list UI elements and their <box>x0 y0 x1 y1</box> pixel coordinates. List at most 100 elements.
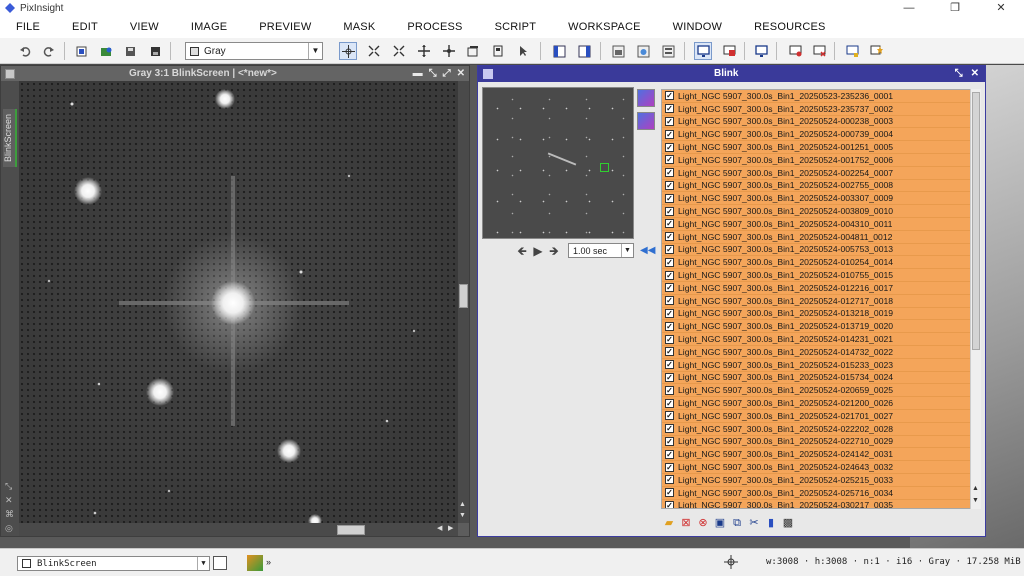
stretch-icon[interactable]: ✕ <box>5 495 15 505</box>
screen-icon[interactable] <box>694 42 712 60</box>
file-list-item[interactable]: ✓ Light_NGC 5907_300.0s_Bin1_20250524-030… <box>662 499 970 508</box>
file-list-item[interactable]: ✓ Light_NGC 5907_300.0s_Bin1_20250524-003… <box>662 192 970 206</box>
file-checkbox[interactable]: ✓ <box>665 219 674 229</box>
maximize-window-button[interactable]: ⤢ <box>443 66 451 81</box>
file-list-item[interactable]: ✓ Light_NGC 5907_300.0s_Bin1_20250524-022… <box>662 435 970 449</box>
scroll-up-icon[interactable]: ▲ <box>459 501 466 508</box>
file-list-scroll-thumb[interactable] <box>972 92 980 350</box>
histogram-icon[interactable] <box>637 89 655 107</box>
file-checkbox[interactable]: ✓ <box>665 270 674 280</box>
file-list-item[interactable]: ✓ Light_NGC 5907_300.0s_Bin1_20250524-025… <box>662 473 970 487</box>
monitor-star-icon[interactable] <box>867 42 885 60</box>
horizontal-scrollbar[interactable]: ◀ ▶ <box>19 523 458 536</box>
menu-edit[interactable]: EDIT <box>56 16 114 38</box>
video-icon[interactable]: ▩ <box>781 516 795 530</box>
minimize-button[interactable]: — <box>886 0 932 16</box>
file-checkbox[interactable]: ✓ <box>665 385 674 395</box>
play-icon[interactable]: ▶ <box>532 244 544 258</box>
file-checkbox[interactable]: ✓ <box>665 500 674 508</box>
file-checkbox[interactable]: ✓ <box>665 232 674 242</box>
file-list-item[interactable]: ✓ Light_NGC 5907_300.0s_Bin1_20250524-024… <box>662 448 970 462</box>
cursor-icon[interactable] <box>514 42 532 60</box>
file-checkbox[interactable]: ✓ <box>665 475 674 485</box>
file-checkbox[interactable]: ✓ <box>665 257 674 267</box>
file-checkbox[interactable]: ✓ <box>665 129 674 139</box>
file-list-item[interactable]: ✓ Light_NGC 5907_300.0s_Bin1_20250524-004… <box>662 230 970 244</box>
file-checkbox[interactable]: ✓ <box>665 244 674 254</box>
file-checkbox[interactable]: ✓ <box>665 436 674 446</box>
file-checkbox[interactable]: ✓ <box>665 283 674 293</box>
file-list-item[interactable]: ✓ Light_NGC 5907_300.0s_Bin1_20250524-013… <box>662 307 970 321</box>
edit-preview-icon[interactable] <box>489 42 507 60</box>
file-checkbox[interactable]: ✓ <box>665 411 674 421</box>
menu-image[interactable]: IMAGE <box>175 16 243 38</box>
file-checkbox[interactable]: ✓ <box>665 142 674 152</box>
preview-region-marker[interactable] <box>600 163 609 172</box>
file-list-item[interactable]: ✓ Light_NGC 5907_300.0s_Bin1_20250524-024… <box>662 461 970 474</box>
file-checkbox[interactable]: ✓ <box>665 308 674 318</box>
file-checkbox[interactable]: ✓ <box>665 193 674 203</box>
file-checkbox[interactable]: ✓ <box>665 360 674 370</box>
menu-mask[interactable]: MASK <box>327 16 391 38</box>
file-checkbox[interactable]: ✓ <box>665 91 674 101</box>
file-checkbox[interactable]: ✓ <box>665 206 674 216</box>
save-as-icon[interactable] <box>146 42 164 60</box>
file-list-item[interactable]: ✓ Light_NGC 5907_300.0s_Bin1_20250524-014… <box>662 345 970 359</box>
undo-icon[interactable] <box>16 42 34 60</box>
vertical-scroll-thumb[interactable] <box>459 284 468 308</box>
close-all-icon[interactable]: ⊗ <box>696 516 710 530</box>
blink-window[interactable]: Blink ⤡ ✕ 🡸 ▶ 🡺 1.00 sec ▼ ◀◀ ✓ Light_NGC… <box>477 65 986 537</box>
file-list-item[interactable]: ✓ Light_NGC 5907_300.0s_Bin1_20250524-022… <box>662 422 970 436</box>
explorer-icon[interactable] <box>659 42 677 60</box>
menu-view[interactable]: VIEW <box>114 16 175 38</box>
file-list-item[interactable]: ✓ Light_NGC 5907_300.0s_Bin1_20250524-010… <box>662 269 970 282</box>
previous-frame-icon[interactable]: 🡸 <box>516 244 528 258</box>
mask-icon[interactable]: ⤡ <box>5 481 15 491</box>
file-checkbox[interactable]: ✓ <box>665 347 674 357</box>
process-icon[interactable] <box>247 555 263 571</box>
menu-resources[interactable]: RESOURCES <box>738 16 841 38</box>
panel-left-icon[interactable] <box>550 42 568 60</box>
color-mode-select[interactable]: Gray ▼ <box>185 42 323 60</box>
file-list-item[interactable]: ✓ Light_NGC 5907_300.0s_Bin1_20250524-012… <box>662 294 970 308</box>
file-checkbox[interactable]: ✓ <box>665 462 674 472</box>
rewind-icon[interactable]: ◀◀ <box>640 245 655 256</box>
copy-icon[interactable]: ⧉ <box>730 516 744 530</box>
target-icon[interactable]: ◎ <box>5 523 15 533</box>
file-list-item[interactable]: ✓ Light_NGC 5907_300.0s_Bin1_20250524-004… <box>662 217 970 231</box>
file-list-item[interactable]: ✓ Light_NGC 5907_300.0s_Bin1_20250524-020… <box>662 384 970 398</box>
view-list-icon[interactable] <box>213 556 227 570</box>
blinkscreen-tab[interactable]: BlinkScreen <box>3 109 17 167</box>
file-checkbox[interactable]: ✓ <box>665 180 674 190</box>
scroll-up-icon[interactable]: ▲ <box>972 485 979 492</box>
file-checkbox[interactable]: ✓ <box>665 321 674 331</box>
redo-icon[interactable] <box>40 42 58 60</box>
scroll-left-icon[interactable]: ◀ <box>437 524 442 532</box>
file-list-item[interactable]: ✓ Light_NGC 5907_300.0s_Bin1_20250523-235… <box>662 90 970 103</box>
file-list-item[interactable]: ✓ Light_NGC 5907_300.0s_Bin1_20250524-021… <box>662 409 970 423</box>
file-checkbox[interactable]: ✓ <box>665 296 674 306</box>
file-list-item[interactable]: ✓ Light_NGC 5907_300.0s_Bin1_20250524-001… <box>662 141 970 154</box>
monitor-icon[interactable] <box>752 42 770 60</box>
new-image-icon[interactable] <box>72 42 90 60</box>
menu-preview[interactable]: PREVIEW <box>243 16 327 38</box>
menu-file[interactable]: FILE <box>0 16 56 38</box>
view-selector[interactable]: BlinkScreen ▼ <box>17 556 210 571</box>
file-checkbox[interactable]: ✓ <box>665 168 674 178</box>
zoom-in-icon[interactable] <box>390 42 408 60</box>
file-list-item[interactable]: ✓ Light_NGC 5907_300.0s_Bin1_20250524-002… <box>662 166 970 180</box>
file-checkbox[interactable]: ✓ <box>665 155 674 165</box>
file-list-item[interactable]: ✓ Light_NGC 5907_300.0s_Bin1_20250524-005… <box>662 243 970 257</box>
iconize-button[interactable]: ⤡ <box>429 66 437 81</box>
close-window-button[interactable]: ✕ <box>457 66 465 81</box>
readout-crosshair-icon[interactable] <box>339 42 357 60</box>
stf-icon[interactable] <box>720 42 738 60</box>
file-checkbox[interactable]: ✓ <box>665 116 674 126</box>
scroll-down-icon[interactable]: ▼ <box>459 512 466 519</box>
file-list-item[interactable]: ✓ Light_NGC 5907_300.0s_Bin1_20250524-015… <box>662 371 970 385</box>
file-list-item[interactable]: ✓ Light_NGC 5907_300.0s_Bin1_20250524-015… <box>662 358 970 372</box>
image-window-titlebar[interactable]: Gray 3:1 BlinkScreen | <*new*> ▬ ⤡ ⤢ ✕ <box>1 66 469 81</box>
file-list-scrollbar[interactable]: ▲ ▼ <box>970 89 981 509</box>
shade-button[interactable]: ▬ <box>413 66 423 81</box>
image-window[interactable]: Gray 3:1 BlinkScreen | <*new*> ▬ ⤡ ⤢ ✕ B… <box>0 65 470 537</box>
